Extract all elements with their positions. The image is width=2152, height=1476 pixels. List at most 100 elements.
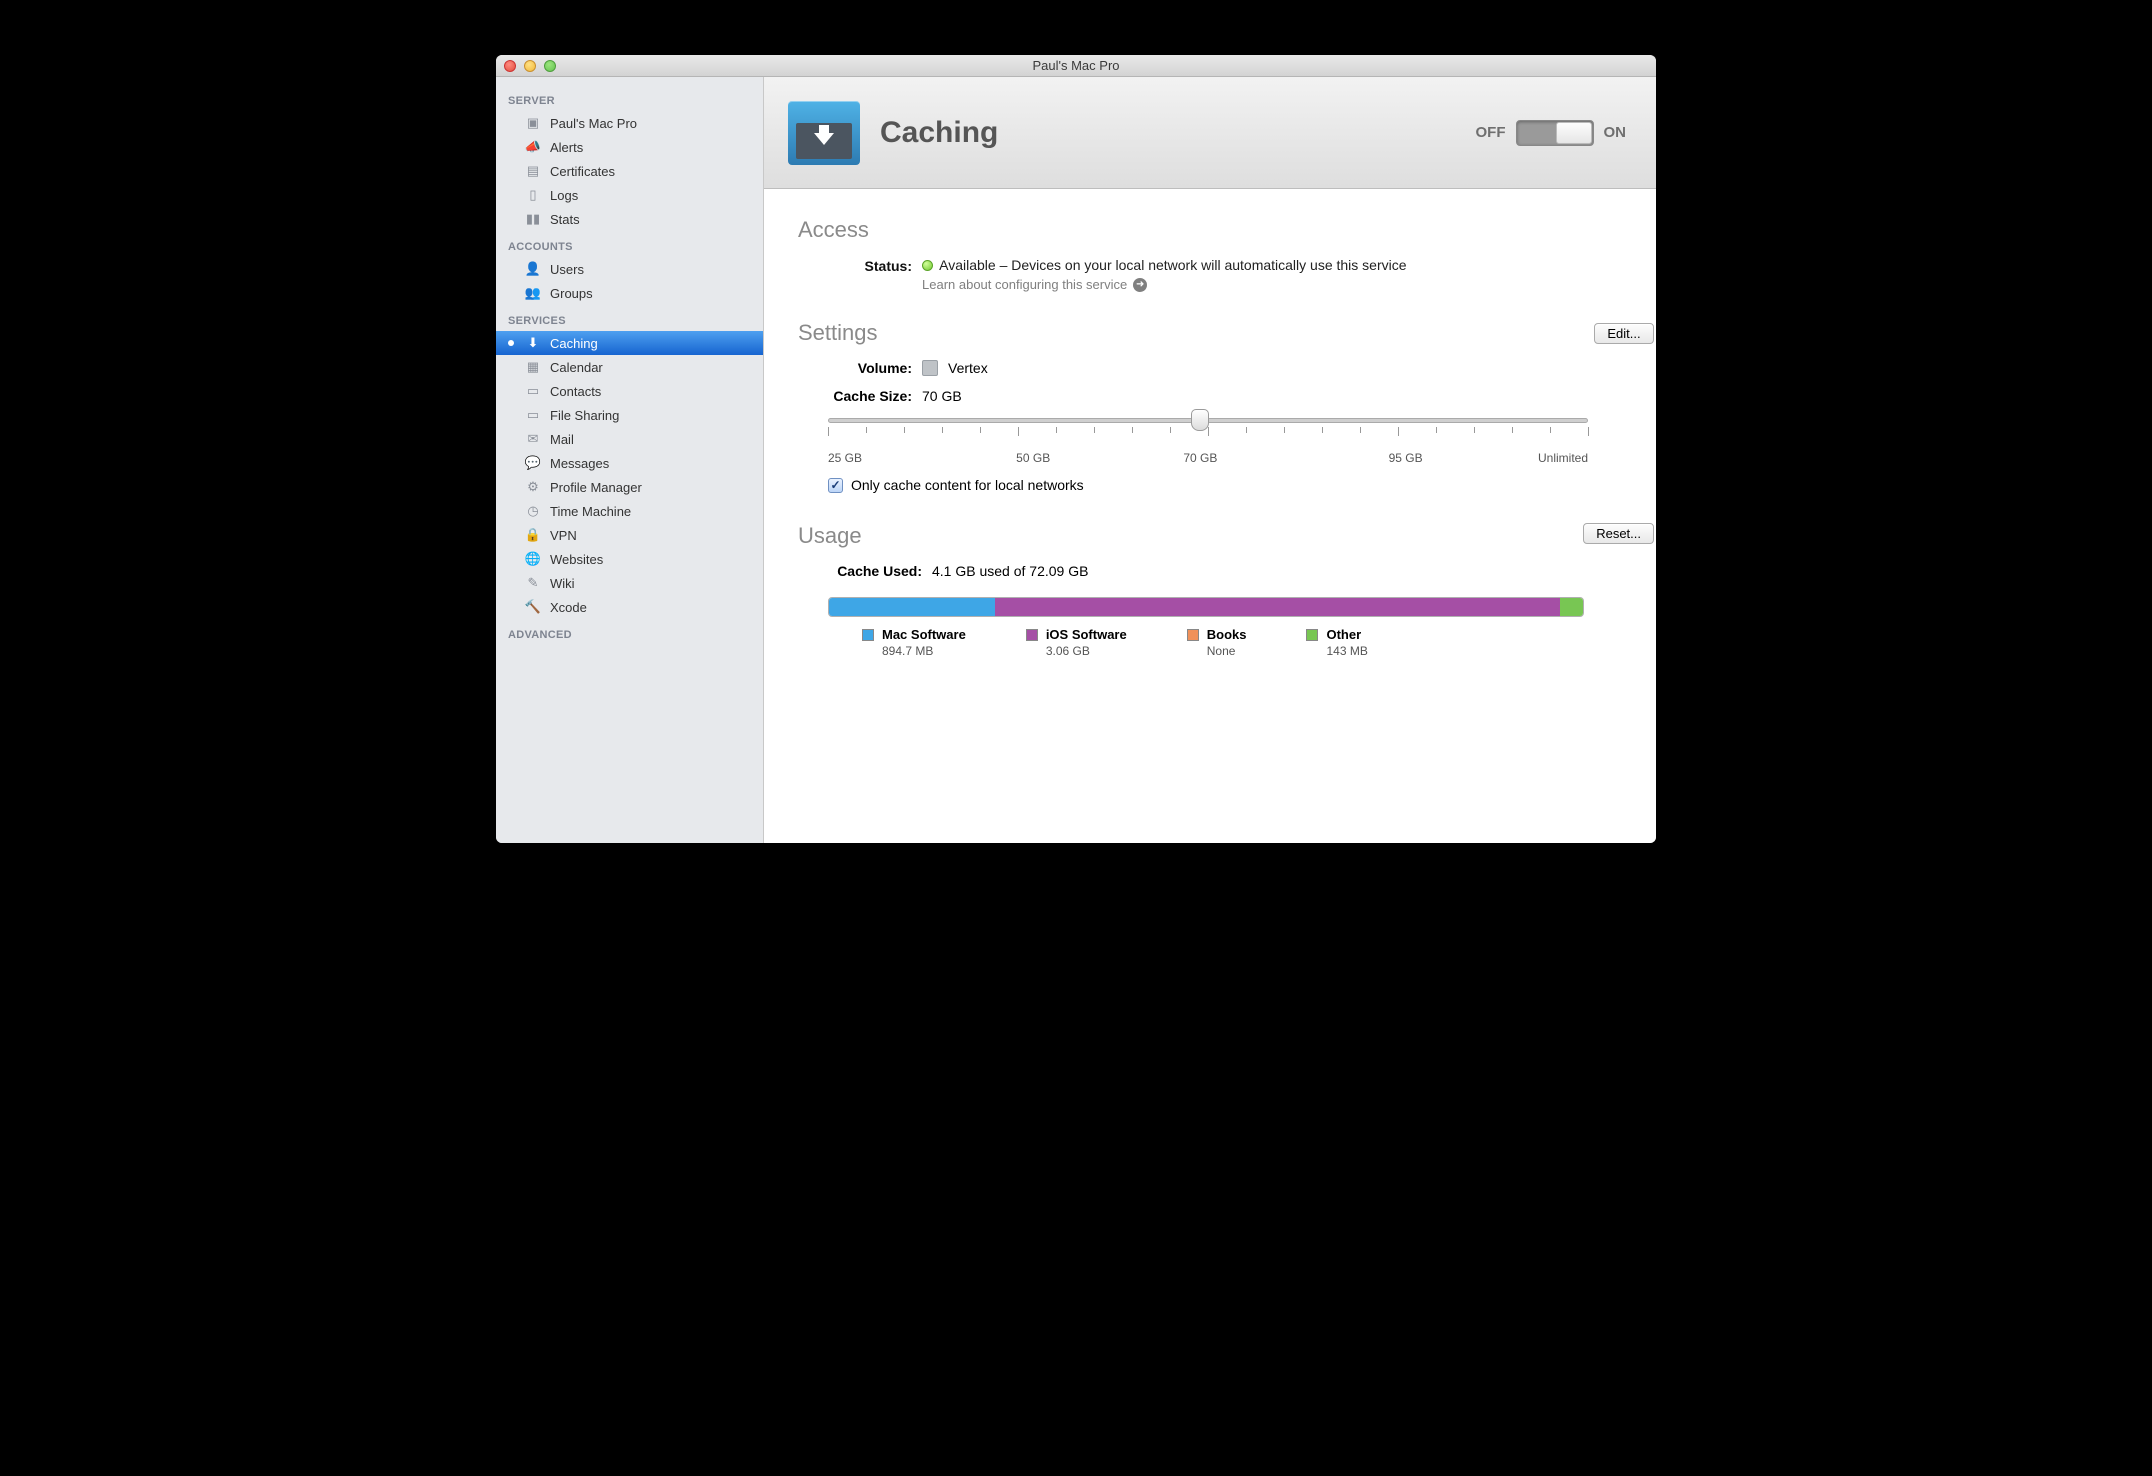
legend-name: Books <box>1207 627 1247 642</box>
sidebar-item-label: VPN <box>550 528 577 543</box>
sidebar-item-label: Profile Manager <box>550 480 642 495</box>
mail-icon: ✉ <box>524 431 542 447</box>
slider-ticks <box>828 427 1588 449</box>
legend-swatch-icon <box>1187 629 1199 641</box>
sidebar-section-advanced: ADVANCED <box>496 619 763 645</box>
section-usage: Usage <box>798 523 1628 549</box>
sidebar-item-label: Groups <box>550 286 593 301</box>
checkbox-icon[interactable]: ✓ <box>828 478 843 493</box>
cache-size-slider[interactable]: 25 GB 50 GB 70 GB 95 GB Unlimited <box>828 418 1588 469</box>
status-label: Status: <box>824 257 912 274</box>
sidebar-item-groups[interactable]: 👥Groups <box>496 281 763 305</box>
wiki-icon: ✎ <box>524 575 542 591</box>
status-line: Available – Devices on your local networ… <box>922 257 1628 273</box>
off-label: OFF <box>1476 124 1506 141</box>
legend-swatch-icon <box>862 629 874 641</box>
legend-name: Other <box>1326 627 1361 642</box>
status-dot-icon <box>922 260 933 271</box>
sidebar-item-logs[interactable]: ▯Logs <box>496 183 763 207</box>
status-text: Available – Devices on your local networ… <box>939 257 1406 273</box>
page-title: Caching <box>880 116 998 150</box>
sidebar-section-server: SERVER <box>496 85 763 111</box>
on-label: ON <box>1604 124 1627 141</box>
main-pane: Caching OFF ON Access Status: Available … <box>764 77 1656 843</box>
sidebar-item-filesharing[interactable]: ▭ File Sharing <box>496 403 763 427</box>
sidebar-item-vpn[interactable]: 🔒 VPN <box>496 523 763 547</box>
caching-icon: ⬇ <box>524 335 542 351</box>
sidebar-item-label: Users <box>550 262 584 277</box>
cache-used-label: Cache Used: <box>824 563 922 579</box>
clock-icon: ◷ <box>524 503 542 519</box>
sidebar-item-certificates[interactable]: ▤Certificates <box>496 159 763 183</box>
sidebar-item-label: Calendar <box>550 360 603 375</box>
sidebar-item-time-machine[interactable]: ◷Time Machine <box>496 499 763 523</box>
content-area: Access Status: Available – Devices on yo… <box>764 189 1656 843</box>
legend-name: iOS Software <box>1046 627 1127 642</box>
usage-bar <box>828 597 1584 617</box>
hammer-icon: 🔨 <box>524 599 542 615</box>
sidebar-item-label: Wiki <box>550 576 575 591</box>
service-header: Caching OFF ON <box>764 77 1656 189</box>
cache-used-value: 4.1 GB used of 72.09 GB <box>932 563 1088 579</box>
section-access: Access <box>798 217 1628 243</box>
barchart-icon: ▮▮ <box>524 211 542 227</box>
bubble-icon: 💬 <box>524 455 542 471</box>
legend-swatch-icon <box>1026 629 1038 641</box>
tick-label: 50 GB <box>1016 451 1050 465</box>
sidebar-item-label: Messages <box>550 456 609 471</box>
titlebar: Paul's Mac Pro <box>496 55 1656 77</box>
folder-icon: ▭ <box>524 407 542 423</box>
person-icon: 👤 <box>524 261 542 277</box>
sidebar-item-messages[interactable]: 💬 Messages <box>496 451 763 475</box>
cache-size-label: Cache Size: <box>824 388 912 404</box>
active-dot-icon <box>508 340 514 346</box>
sidebar-item-users[interactable]: 👤 Users <box>496 257 763 281</box>
learn-text: Learn about configuring this service <box>922 277 1127 292</box>
tick-label: 70 GB <box>1183 451 1217 465</box>
toggle-knob <box>1556 122 1592 144</box>
sidebar-item-stats[interactable]: ▮▮Stats <box>496 207 763 231</box>
sidebar-item-profile-manager[interactable]: ⚙Profile Manager <box>496 475 763 499</box>
service-toggle-group: OFF ON <box>1476 120 1627 146</box>
sidebar-item-alerts[interactable]: 📣Alerts <box>496 135 763 159</box>
sidebar-item-mail[interactable]: ✉Mail <box>496 427 763 451</box>
sidebar-item-xcode[interactable]: 🔨Xcode <box>496 595 763 619</box>
globe-icon: 🌐 <box>524 551 542 567</box>
app-window: Paul's Mac Pro SERVER ▣Paul's Mac Pro 📣A… <box>496 55 1656 843</box>
legend-item: Mac Software894.7 MB <box>862 627 966 658</box>
sidebar-item-label: Caching <box>550 336 598 351</box>
sidebar-item-wiki[interactable]: ✎ Wiki <box>496 571 763 595</box>
contacts-icon: ▭ <box>524 383 542 399</box>
arrow-right-circle-icon: ➜ <box>1133 278 1147 292</box>
cache-size-value: 70 GB <box>922 388 962 404</box>
sidebar-item-contacts[interactable]: ▭Contacts <box>496 379 763 403</box>
edit-button[interactable]: Edit... <box>1594 323 1654 344</box>
volume-label: Volume: <box>824 360 912 376</box>
legend-value: 3.06 GB <box>1046 644 1127 658</box>
tick-label: Unlimited <box>1538 451 1588 465</box>
tick-label: 25 GB <box>828 451 862 465</box>
reset-button[interactable]: Reset... <box>1583 523 1654 544</box>
sidebar-item-macpro[interactable]: ▣Paul's Mac Pro <box>496 111 763 135</box>
tick-label: 95 GB <box>1389 451 1423 465</box>
disk-icon <box>922 360 938 376</box>
section-settings: Settings <box>798 320 1628 346</box>
service-toggle[interactable] <box>1516 120 1594 146</box>
sidebar-item-websites[interactable]: 🌐 Websites <box>496 547 763 571</box>
lock-icon: 🔒 <box>524 527 542 543</box>
volume-value: Vertex <box>948 360 988 376</box>
sidebar-section-accounts: ACCOUNTS <box>496 231 763 257</box>
certificate-icon: ▤ <box>524 163 542 179</box>
sidebar-item-calendar[interactable]: ▦ Calendar <box>496 355 763 379</box>
sidebar-item-label: Alerts <box>550 140 583 155</box>
legend-value: 894.7 MB <box>882 644 966 658</box>
sidebar-item-label: File Sharing <box>550 408 619 423</box>
calendar-icon: ▦ <box>524 359 542 375</box>
local-networks-checkbox-row[interactable]: ✓ Only cache content for local networks <box>828 477 1628 493</box>
legend-item: iOS Software 3.06 GB <box>1026 627 1127 658</box>
checkbox-label: Only cache content for local networks <box>851 477 1084 493</box>
learn-link[interactable]: Learn about configuring this service ➜ <box>922 277 1147 292</box>
sidebar-item-label: Websites <box>550 552 603 567</box>
legend-value: 143 MB <box>1326 644 1367 658</box>
sidebar-item-caching[interactable]: ⬇ Caching <box>496 331 763 355</box>
